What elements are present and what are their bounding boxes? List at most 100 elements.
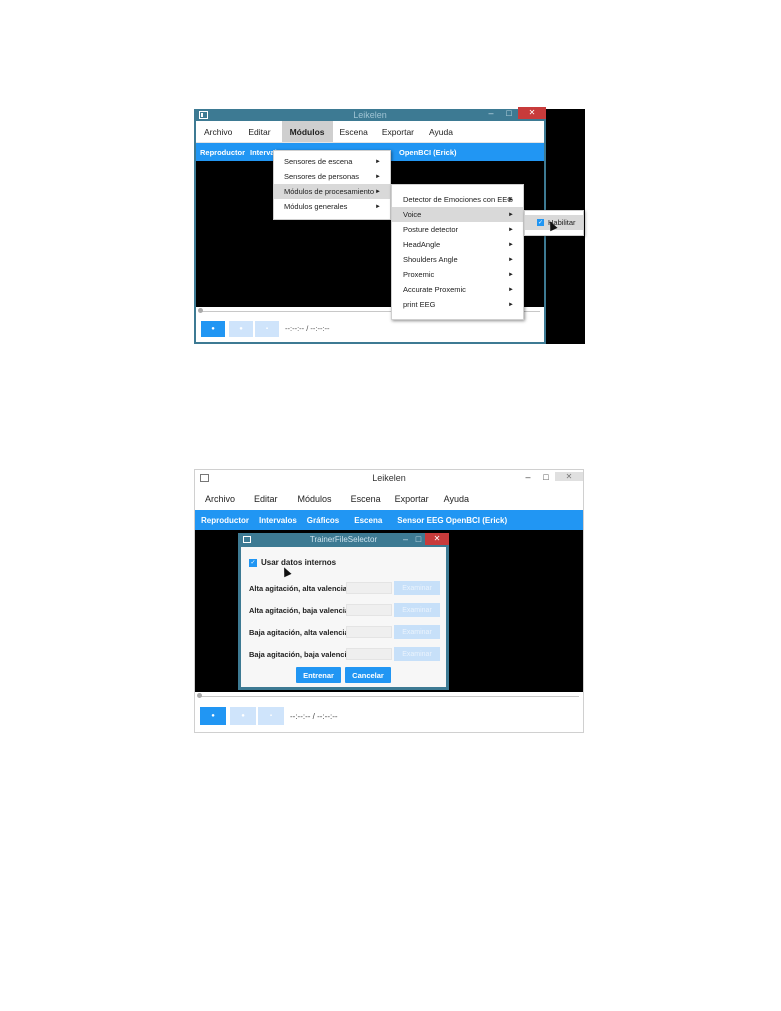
- row-label: Alta agitación, baja valencia: [249, 605, 350, 615]
- menu-archivo[interactable]: Archivo: [196, 121, 238, 142]
- dialog-body: ✓ Usar datos internos Alta agitación, al…: [241, 547, 446, 687]
- menu-editar[interactable]: Editar: [241, 487, 284, 510]
- seek-knob[interactable]: [197, 693, 202, 698]
- chevron-right-icon: ►: [508, 211, 514, 218]
- checkbox-checked-icon: ✓: [537, 219, 544, 226]
- examinar-button[interactable]: Examinar: [394, 625, 440, 639]
- menu-item-print-eeg[interactable]: print EEG ►: [392, 297, 523, 312]
- menu-item-voice[interactable]: Voice ►: [392, 207, 523, 222]
- title-bar[interactable]: Leikelen – □ ✕: [194, 107, 546, 121]
- minimize-icon[interactable]: –: [519, 470, 537, 485]
- menu-escena[interactable]: Escena: [338, 487, 387, 510]
- menu-item-headangle[interactable]: HeadAngle ►: [392, 237, 523, 252]
- menu-item-detector-emociones[interactable]: Detector de Emociones con EEG ►: [392, 192, 523, 207]
- menu-editar[interactable]: Editar: [238, 121, 276, 142]
- play-button[interactable]: ●: [200, 707, 226, 725]
- seek-knob[interactable]: [198, 308, 203, 313]
- menu-exportar[interactable]: Exportar: [374, 121, 420, 142]
- pause-button[interactable]: ●: [229, 320, 253, 337]
- menu-item-modulos-procesamiento[interactable]: Módulos de procesamiento ►: [274, 184, 390, 199]
- menu-archivo[interactable]: Archivo: [195, 487, 241, 510]
- tab-sensor-eeg[interactable]: Sensor EEG OpenBCI (Erick): [387, 516, 512, 525]
- tab-intervalos[interactable]: Intervalos: [254, 516, 302, 525]
- file-path-field[interactable]: [346, 648, 393, 660]
- checkbox-checked-icon[interactable]: ✓: [249, 558, 257, 567]
- window-icon: [200, 473, 209, 482]
- time-display: --:--:-- / --:--:--: [290, 711, 338, 721]
- file-row: Alta agitación, alta valencia Examinar: [249, 581, 440, 595]
- menu-item-accurate-proxemic[interactable]: Accurate Proxemic ►: [392, 282, 523, 297]
- stop-button[interactable]: ▪: [258, 707, 284, 725]
- checkbox-label: Usar datos internos: [261, 558, 337, 567]
- menu-item-sensores-personas[interactable]: Sensores de personas ►: [274, 169, 390, 184]
- chevron-right-icon: ►: [508, 256, 514, 263]
- chevron-right-icon: ►: [375, 188, 381, 195]
- title-bar[interactable]: Leikelen – □ ✕: [195, 470, 583, 485]
- chevron-right-icon: ►: [375, 203, 381, 210]
- mouse-cursor-icon: [280, 565, 292, 578]
- menu-procesamiento-dropdown: Detector de Emociones con EEG ► Voice ► Po…: [391, 184, 524, 320]
- menu-item-modulos-generales[interactable]: Módulos generales ►: [274, 199, 390, 214]
- menu-modulos[interactable]: Módulos: [281, 121, 333, 142]
- close-icon[interactable]: ✕: [425, 533, 449, 545]
- file-row: Alta agitación, baja valencia Examinar: [249, 603, 440, 617]
- examinar-button[interactable]: Examinar: [394, 647, 440, 661]
- file-path-field[interactable]: [346, 582, 393, 594]
- minimize-icon[interactable]: –: [399, 533, 412, 545]
- window-icon: [199, 111, 208, 119]
- tab-graficos[interactable]: Gráficos: [302, 516, 344, 525]
- chevron-right-icon: ►: [375, 158, 381, 165]
- tab-bar: Reproductor Intervalos Gráficos Escena S…: [195, 510, 583, 530]
- examinar-button[interactable]: Examinar: [394, 603, 440, 617]
- tab-escena[interactable]: Escena: [344, 516, 387, 525]
- file-row: Baja agitación, baja valencia Examinar: [249, 647, 440, 661]
- entrenar-button[interactable]: Entrenar: [296, 667, 341, 683]
- menu-modulos-dropdown: Sensores de escena ► Sensores de personas…: [273, 150, 391, 220]
- chevron-right-icon: ►: [508, 226, 514, 233]
- file-row: Baja agitación, alta valencia Examinar: [249, 625, 440, 639]
- pause-button[interactable]: ●: [230, 707, 256, 725]
- dialog-title: TrainerFileSelector: [309, 535, 378, 544]
- chevron-right-icon: ►: [508, 271, 514, 278]
- maximize-icon[interactable]: □: [537, 470, 555, 485]
- maximize-icon[interactable]: □: [412, 533, 425, 545]
- maximize-icon[interactable]: □: [500, 107, 518, 119]
- menu-exportar[interactable]: Exportar: [387, 487, 435, 510]
- tab-reproductor[interactable]: Reproductor: [196, 148, 250, 157]
- menu-bar: Archivo Editar Módulos Escena Exportar A…: [195, 487, 583, 510]
- menu-item-proxemic[interactable]: Proxemic ►: [392, 267, 523, 282]
- menu-escena[interactable]: Escena: [333, 121, 374, 142]
- stop-button[interactable]: ▪: [255, 320, 279, 337]
- minimize-icon[interactable]: –: [482, 107, 500, 119]
- player-controls: ● ● ▪ --:--:-- / --:--:--: [195, 700, 583, 732]
- chevron-right-icon: ►: [508, 286, 514, 293]
- time-display: --:--:-- / --:--:--: [285, 324, 330, 333]
- chevron-right-icon: ►: [508, 301, 514, 308]
- play-button[interactable]: ●: [201, 320, 225, 337]
- tab-sensor-eeg[interactable]: OpenBCI (Erick): [394, 148, 462, 157]
- menu-ayuda[interactable]: Ayuda: [420, 121, 459, 142]
- menu-ayuda[interactable]: Ayuda: [435, 487, 475, 510]
- chevron-right-icon: ►: [508, 196, 514, 203]
- menu-item-posture-detector[interactable]: Posture detector ►: [392, 222, 523, 237]
- menu-item-shoulders-angle[interactable]: Shoulders Angle ►: [392, 252, 523, 267]
- usar-datos-internos-checkbox[interactable]: ✓ Usar datos internos: [249, 558, 336, 567]
- dialog-title-bar[interactable]: TrainerFileSelector – □ ✕: [238, 533, 449, 546]
- file-path-field[interactable]: [346, 626, 393, 638]
- chevron-right-icon: ►: [375, 173, 381, 180]
- examinar-button[interactable]: Examinar: [394, 581, 440, 595]
- tab-reproductor[interactable]: Reproductor: [195, 516, 254, 525]
- row-label: Baja agitación, alta valencia: [249, 627, 349, 637]
- window-icon: [243, 536, 251, 543]
- menu-modulos[interactable]: Módulos: [284, 487, 338, 510]
- chevron-right-icon: ►: [508, 241, 514, 248]
- seek-bar[interactable]: [195, 692, 583, 700]
- menu-item-sensores-escena[interactable]: Sensores de escena ►: [274, 154, 390, 169]
- row-label: Baja agitación, baja valencia: [249, 649, 351, 659]
- close-icon[interactable]: ✕: [555, 472, 583, 481]
- cancelar-button[interactable]: Cancelar: [345, 667, 391, 683]
- window-title: Leikelen: [353, 110, 387, 120]
- menu-bar: Archivo Editar Módulos Escena Exportar A…: [196, 121, 544, 143]
- file-path-field[interactable]: [346, 604, 393, 616]
- close-icon[interactable]: ✕: [518, 107, 546, 119]
